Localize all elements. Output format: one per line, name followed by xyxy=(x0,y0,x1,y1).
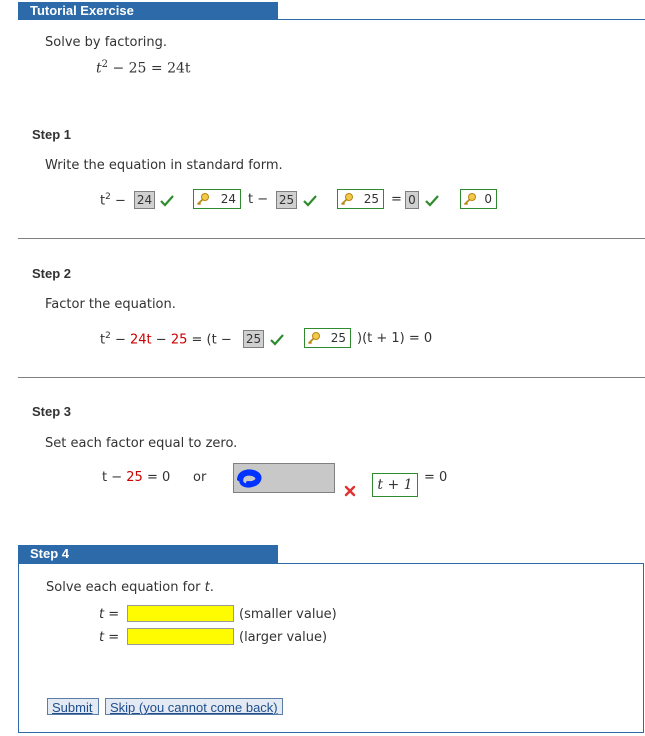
step1-label: Step 1 xyxy=(32,127,72,142)
step4-instruction-pre: Solve each equation for xyxy=(46,580,205,595)
step2-minus: − xyxy=(110,332,126,348)
step1-answer-box-1: 24 xyxy=(134,191,155,209)
header-rule xyxy=(18,19,645,20)
skip-button[interactable]: Skip (you cannot come back) xyxy=(105,698,283,715)
step1-key-answer-3[interactable]: 0 xyxy=(460,189,497,209)
step2-label: Step 2 xyxy=(32,266,72,281)
tutorial-header: Tutorial Exercise xyxy=(18,2,278,20)
step3-label: Step 3 xyxy=(32,404,72,419)
step4-header: Step 4 xyxy=(18,545,278,563)
key-icon xyxy=(307,332,320,345)
step1-t-minus: t − xyxy=(248,192,269,207)
step2-close: )(t + 1) = 0 xyxy=(357,331,433,346)
step4-instruction-post: . xyxy=(209,580,214,595)
check-icon xyxy=(270,334,284,346)
step3-t-minus: t − xyxy=(102,470,123,485)
step2-red-constant: 25 xyxy=(170,332,188,348)
step2-instruction: Factor the equation. xyxy=(45,297,176,312)
step2-red-term: 24t xyxy=(130,332,152,348)
key-icon xyxy=(196,193,209,206)
step3-instruction: Set each factor equal to zero. xyxy=(45,436,238,451)
step2-minus2: − xyxy=(155,332,167,348)
step3-correct-answer: t + 1 xyxy=(377,477,413,493)
step1-divider xyxy=(18,238,645,239)
check-icon xyxy=(425,195,439,207)
step3-answer-input[interactable] xyxy=(233,463,335,493)
step4-row1-label: t = xyxy=(99,607,120,622)
step2-divider xyxy=(18,377,645,378)
step1-minus: − xyxy=(110,193,126,209)
step1-key-answer-2[interactable]: 25 xyxy=(337,189,384,209)
step2-answer-box: 25 xyxy=(243,330,264,348)
key-icon xyxy=(340,193,353,206)
step4-label: Step 4 xyxy=(30,546,70,561)
step3-correct-answer-box: t + 1 xyxy=(372,473,418,497)
problem-instruction: Solve by factoring. xyxy=(45,35,168,50)
step1-key-value-3: 0 xyxy=(484,192,492,206)
step1-equals: = xyxy=(391,192,402,207)
problem-equation: t2 − 25 = 24t xyxy=(96,59,191,77)
step1-t-squared: t2 − xyxy=(100,192,126,208)
step1-answer-box-3: 0 xyxy=(405,191,419,209)
larger-value-input[interactable] xyxy=(127,628,234,645)
step3-or: or xyxy=(193,470,207,485)
step3-equals-zero-right: = 0 xyxy=(424,470,448,485)
step3-equals-zero: = 0 xyxy=(146,470,171,485)
step3-red-constant: 25 xyxy=(126,470,143,485)
key-icon xyxy=(463,193,476,206)
check-icon xyxy=(160,195,174,207)
step2-expression: t2 − 24t − 25 = (t − xyxy=(100,331,232,347)
smaller-value-input[interactable] xyxy=(127,605,234,622)
eq-rest: − 25 = 24t xyxy=(108,60,191,77)
step2-key-answer[interactable]: 25 xyxy=(304,328,351,348)
step4-row2-label: t = xyxy=(99,630,120,645)
step3-left-equation: t − 25 = 0 xyxy=(102,470,170,485)
step2-key-value: 25 xyxy=(330,331,346,345)
step1-key-value-2: 25 xyxy=(363,192,379,206)
step1-answer-box-2: 25 xyxy=(276,191,297,209)
check-icon xyxy=(303,195,317,207)
step4-row2-note: (larger value) xyxy=(239,630,328,645)
step4-row1-note: (smaller value) xyxy=(239,607,337,622)
scribble-mark xyxy=(237,469,262,488)
step4-instruction: Solve each equation for t. xyxy=(46,580,214,595)
step1-instruction: Write the equation in standard form. xyxy=(45,158,283,173)
step1-key-answer-1[interactable]: 24 xyxy=(193,189,241,209)
submit-button[interactable]: Submit xyxy=(47,698,99,715)
tutorial-title: Tutorial Exercise xyxy=(30,3,134,18)
wrong-x-icon xyxy=(344,485,356,497)
step2-open: = (t − xyxy=(191,332,232,348)
step1-key-value-1: 24 xyxy=(220,192,236,206)
